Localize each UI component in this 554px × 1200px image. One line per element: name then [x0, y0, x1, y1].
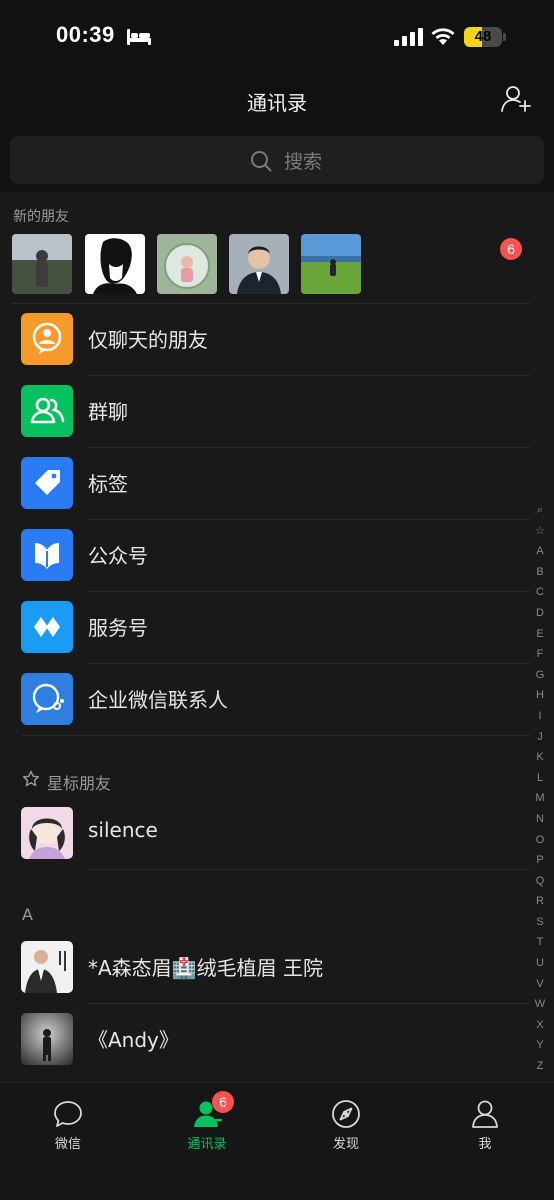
index-letter[interactable]: ⌕ — [532, 500, 548, 521]
index-letter[interactable]: A — [532, 541, 548, 562]
contacts-tab-badge: 6 — [212, 1091, 234, 1113]
alphabet-index[interactable]: ⌕☆ABCDEFGHIJKLMNOPQRSTUVWXYZ# — [532, 500, 548, 1082]
tab-label: 发现 — [332, 1137, 359, 1152]
new-friend-avatar[interactable] — [85, 234, 145, 294]
tab-label: 我 — [478, 1137, 492, 1152]
new-friends-badge: 6 — [500, 238, 522, 260]
tab-discover[interactable]: 发现 — [296, 1095, 396, 1155]
contacts-list: 新的朋友 6 仅聊天的朋友 群聊 标签 公众号 服务号 企业微信联系人 星标朋友… — [0, 192, 554, 1082]
index-letter[interactable]: D — [532, 603, 548, 624]
status-bar: 00:39 48 — [0, 0, 554, 76]
starred-friends-label: 星标朋友 — [47, 774, 112, 793]
tab-me[interactable]: 我 — [435, 1095, 535, 1155]
index-letter[interactable]: S — [532, 912, 548, 933]
index-letter[interactable]: O — [532, 830, 548, 851]
sleep-focus-icon — [127, 29, 151, 45]
cellular-signal-icon — [394, 28, 423, 46]
tab-chats[interactable]: 微信 — [18, 1095, 118, 1155]
nav-bar: 通讯录 — [0, 76, 554, 132]
index-letter[interactable]: W — [532, 994, 548, 1015]
tab-contacts[interactable]: 6 通讯录 — [157, 1091, 257, 1155]
contact-name: silence — [88, 818, 158, 842]
index-letter[interactable]: R — [532, 891, 548, 912]
service-account-icon — [21, 601, 73, 653]
new-friends-label[interactable]: 新的朋友 — [13, 206, 69, 226]
index-letter[interactable]: N — [532, 809, 548, 830]
status-time: 00:39 — [56, 22, 115, 47]
index-letter[interactable]: Q — [532, 871, 548, 892]
index-letter[interactable]: P — [532, 850, 548, 871]
index-letter[interactable]: Z — [532, 1056, 548, 1077]
contact-avatar — [21, 1013, 73, 1065]
new-friend-avatar[interactable] — [157, 234, 217, 294]
menu-label: 仅聊天的朋友 — [88, 328, 208, 352]
index-letter[interactable]: X — [532, 1015, 548, 1036]
contact-name: 《Andy》 — [88, 1028, 179, 1052]
menu-row-official-account[interactable]: 公众号 — [0, 519, 530, 591]
index-letter[interactable]: L — [532, 768, 548, 789]
menu-label: 公众号 — [88, 544, 148, 568]
new-friend-avatar[interactable] — [229, 234, 289, 294]
section-header-a: A — [22, 905, 33, 924]
menu-label: 服务号 — [88, 616, 148, 640]
index-letter[interactable]: G — [532, 665, 548, 686]
menu-label: 群聊 — [88, 400, 128, 424]
new-friend-avatar[interactable] — [12, 234, 72, 294]
menu-label: 标签 — [88, 472, 128, 496]
index-letter[interactable]: I — [532, 706, 548, 727]
contact-name: *A森态眉🏥绒毛植眉 王院 — [88, 956, 323, 980]
index-letter[interactable]: U — [532, 953, 548, 974]
search-bar: 搜索 — [0, 132, 554, 192]
contact-avatar — [21, 807, 73, 859]
contact-row[interactable]: 《Andy》 — [0, 1003, 530, 1075]
menu-row-wecom-contacts[interactable]: 企业微信联系人 — [0, 663, 530, 735]
tab-label: 通讯录 — [187, 1137, 227, 1152]
official-account-icon — [21, 529, 73, 581]
chat-bubble-icon — [54, 1101, 82, 1127]
wifi-icon — [431, 28, 455, 45]
search-icon — [251, 151, 272, 172]
index-letter[interactable]: M — [532, 788, 548, 809]
new-friend-avatar[interactable] — [301, 234, 361, 294]
page-title: 通讯录 — [247, 91, 307, 115]
index-letter[interactable]: H — [532, 685, 548, 706]
menu-row-service-account[interactable]: 服务号 — [0, 591, 530, 663]
tab-bar: 微信 6 通讯录 发现 我 — [0, 1082, 554, 1200]
contact-row[interactable]: *A森态眉🏥绒毛植眉 王院 — [0, 931, 530, 1003]
menu-row-tag[interactable]: 标签 — [0, 447, 530, 519]
index-letter[interactable]: ☆ — [532, 521, 548, 542]
index-letter[interactable]: C — [532, 582, 548, 603]
battery-indicator: 48 — [464, 27, 506, 47]
chat-only-friends-icon — [21, 313, 73, 365]
index-letter[interactable]: T — [532, 932, 548, 953]
index-letter[interactable]: K — [532, 747, 548, 768]
index-letter[interactable]: V — [532, 974, 548, 995]
person-icon — [472, 1100, 498, 1128]
search-input[interactable]: 搜索 — [10, 136, 544, 184]
index-letter[interactable]: J — [532, 727, 548, 748]
menu-row-chat-only-friends[interactable]: 仅聊天的朋友 — [0, 303, 530, 375]
add-friend-icon[interactable] — [500, 84, 532, 114]
index-letter[interactable]: F — [532, 644, 548, 665]
menu-row-group-chat[interactable]: 群聊 — [0, 375, 530, 447]
group-chat-icon — [21, 385, 73, 437]
index-letter[interactable]: Y — [532, 1035, 548, 1056]
battery-percent: 48 — [474, 28, 492, 45]
compass-icon — [332, 1100, 360, 1128]
contact-avatar — [21, 941, 73, 993]
tab-label: 微信 — [54, 1137, 81, 1152]
index-letter[interactable]: B — [532, 562, 548, 583]
contact-row[interactable]: silence — [0, 797, 530, 869]
wecom-contacts-icon — [21, 673, 73, 725]
tag-icon — [21, 457, 73, 509]
star-icon — [22, 770, 40, 787]
index-letter[interactable]: E — [532, 624, 548, 645]
menu-label: 企业微信联系人 — [88, 688, 228, 712]
search-placeholder: 搜索 — [284, 151, 323, 173]
